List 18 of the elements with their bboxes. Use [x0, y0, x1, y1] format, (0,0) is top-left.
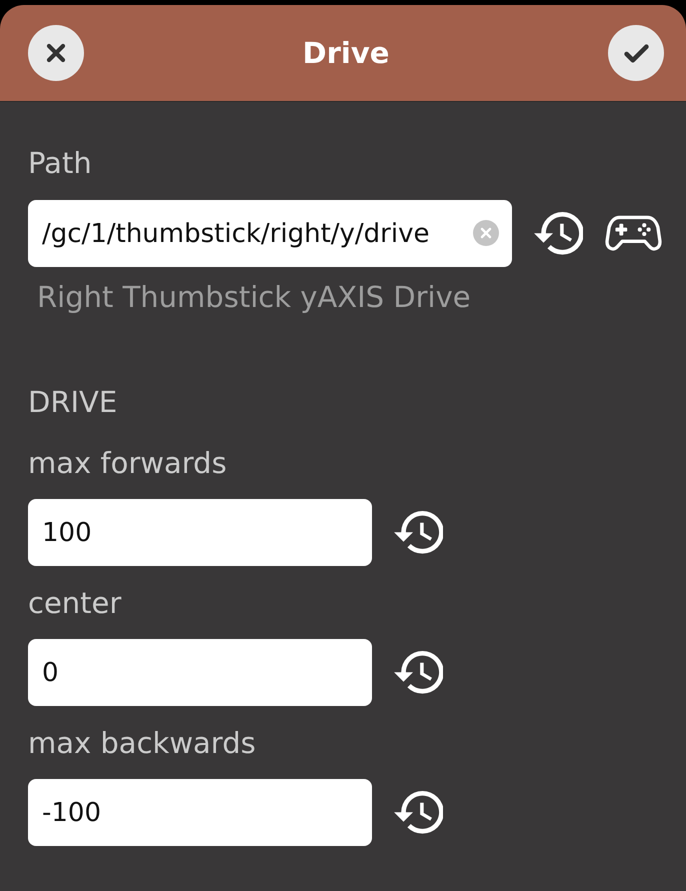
history-icon[interactable] — [393, 790, 443, 835]
checkmark-icon — [624, 44, 648, 62]
number-field[interactable]: 100 — [28, 499, 372, 566]
close-icon — [46, 43, 66, 63]
history-icon[interactable] — [393, 650, 443, 695]
history-icon[interactable] — [393, 510, 443, 555]
path-field[interactable]: /gc/1/thumbstick/right/y/drive — [28, 200, 512, 267]
window-title: Drive — [302, 36, 390, 70]
field-label: max forwards — [28, 446, 228, 480]
field-label: max backwards — [28, 726, 257, 760]
number-field[interactable]: 0 — [28, 639, 372, 706]
field-label: center — [28, 586, 122, 620]
field-label: Path — [28, 146, 93, 180]
gamepad-icon[interactable] — [605, 214, 662, 253]
path-description: Right Thumbstick yAXIS Drive — [36, 280, 472, 314]
history-icon[interactable] — [533, 211, 583, 256]
number-field[interactable]: -100 — [28, 779, 372, 846]
section-heading: DRIVE — [28, 385, 118, 419]
